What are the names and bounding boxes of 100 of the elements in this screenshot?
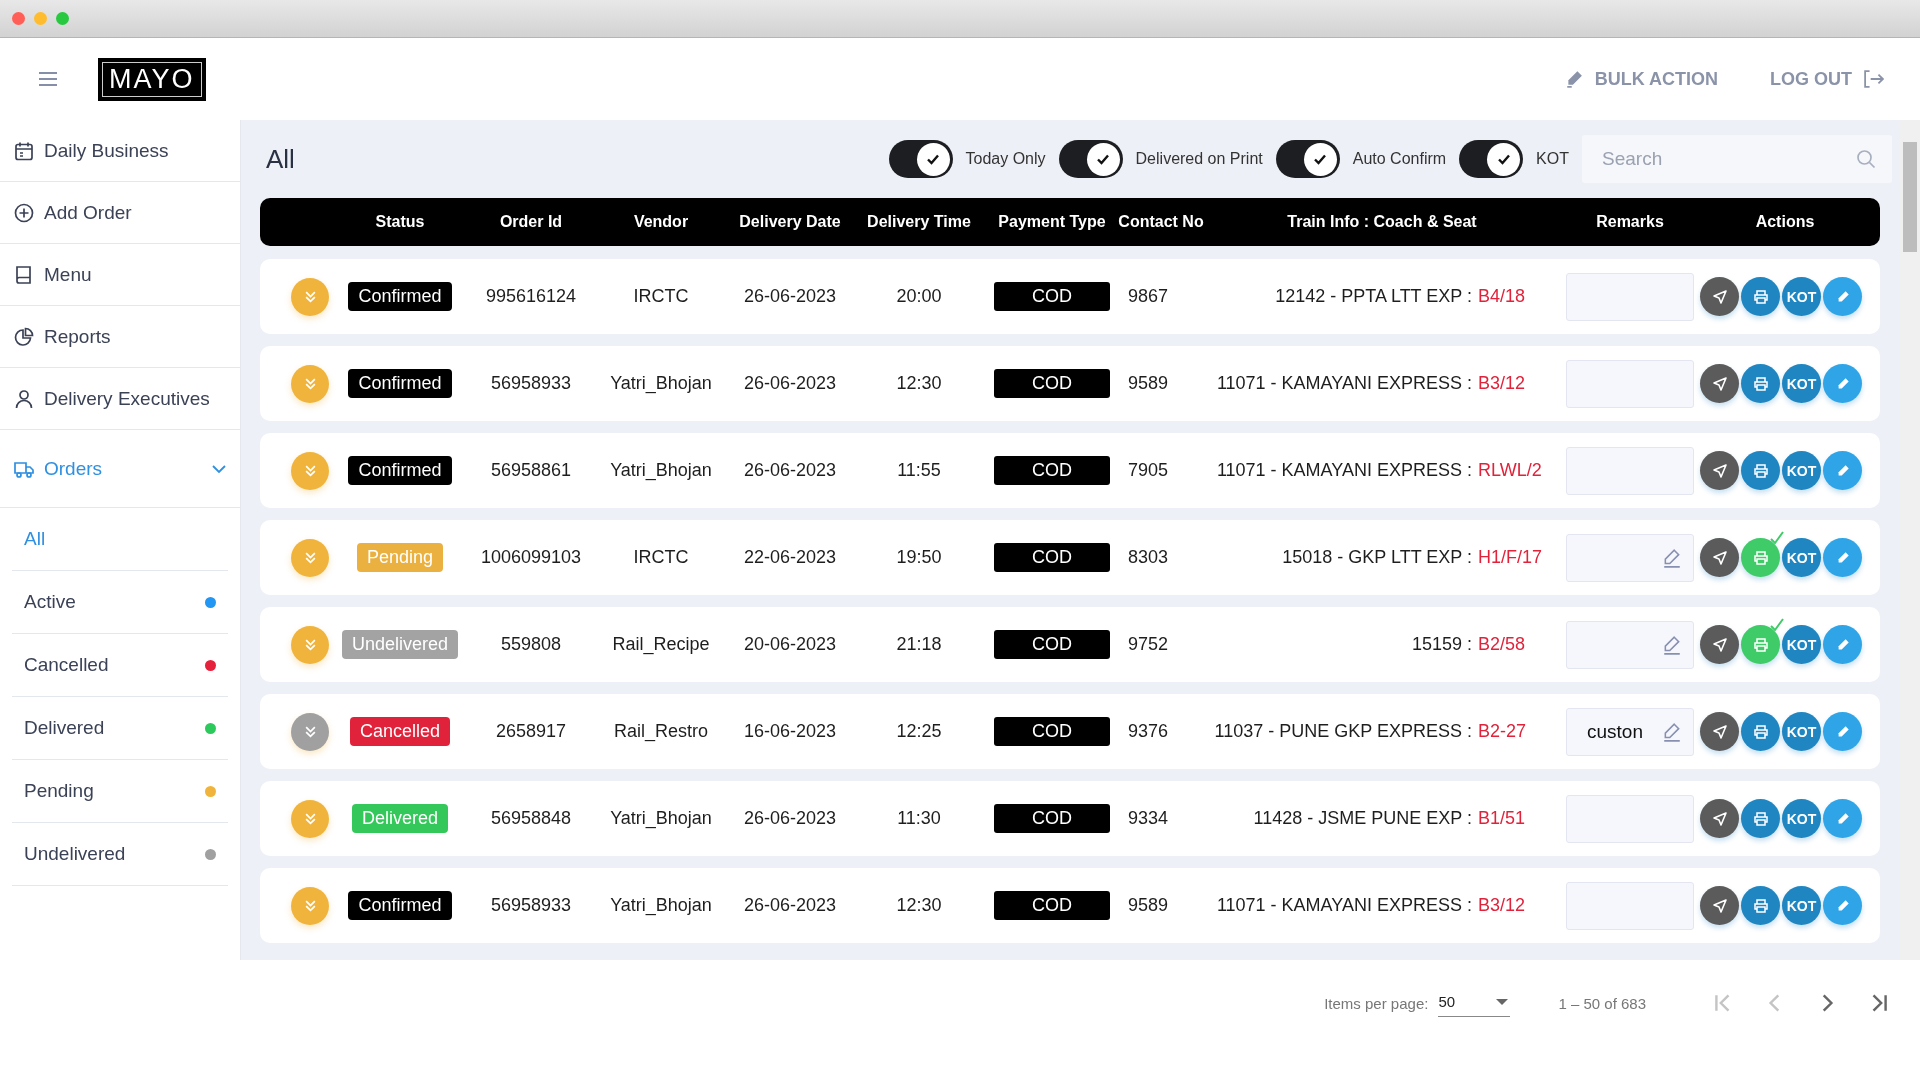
- print-button[interactable]: [1741, 451, 1780, 490]
- column-header: Contact No: [1118, 213, 1204, 231]
- edit-icon[interactable]: [1662, 721, 1682, 742]
- double-chevron-icon: [303, 464, 317, 477]
- page-size-select[interactable]: 50: [1438, 989, 1511, 1017]
- toggle-label: Delivered on Print: [1135, 150, 1263, 168]
- navigate-button[interactable]: [1700, 277, 1739, 316]
- edit-button[interactable]: [1823, 277, 1862, 316]
- navigate-button[interactable]: [1700, 538, 1739, 577]
- toggle-switch[interactable]: [1058, 140, 1123, 178]
- expand-button[interactable]: [291, 538, 329, 577]
- remarks-field[interactable]: [1566, 272, 1694, 321]
- sidebar-subitem[interactable]: Delivered: [12, 697, 228, 760]
- expand-button[interactable]: [291, 451, 329, 490]
- edit-button[interactable]: [1823, 886, 1862, 925]
- double-chevron-icon: [303, 899, 317, 912]
- search-field[interactable]: Search: [1582, 135, 1892, 183]
- expand-button[interactable]: [291, 625, 329, 664]
- payment-badge: COD: [994, 543, 1110, 572]
- sidebar-subitem[interactable]: Undelivered: [12, 823, 228, 886]
- expand-button[interactable]: [291, 364, 329, 403]
- column-header: Remarks: [1595, 213, 1665, 231]
- train-info: 11071 - KAMAYANI EXPRESS :: [1215, 373, 1472, 394]
- kot-button[interactable]: KOT: [1782, 886, 1821, 925]
- logo: MAYO: [98, 57, 206, 101]
- expand-button[interactable]: [291, 712, 329, 751]
- expand-button[interactable]: [291, 277, 329, 316]
- window-close-button[interactable]: [12, 12, 25, 25]
- seat-info: B1/51: [1478, 808, 1527, 829]
- edit-button[interactable]: [1823, 364, 1862, 403]
- remarks-field[interactable]: [1566, 794, 1694, 843]
- toggle-switch[interactable]: [888, 140, 953, 178]
- seat-info: RLWL/2: [1478, 460, 1543, 481]
- dropdown-caret-icon: [1496, 998, 1509, 1005]
- sidebar-subitem[interactable]: Active: [12, 571, 228, 634]
- edit-button[interactable]: [1823, 712, 1862, 751]
- window-zoom-button[interactable]: [56, 12, 69, 25]
- remarks-field[interactable]: [1566, 446, 1694, 495]
- remarks-field[interactable]: [1566, 359, 1694, 408]
- kot-button[interactable]: KOT: [1782, 625, 1821, 664]
- remarks-field[interactable]: custon: [1566, 707, 1694, 756]
- items-per-page-label: Items per page:: [1324, 994, 1429, 1012]
- sidebar-item[interactable]: Add Order: [0, 182, 240, 244]
- edit-icon[interactable]: [1662, 634, 1682, 655]
- table-cell-text: 16-06-2023: [742, 721, 838, 742]
- expand-button[interactable]: [291, 799, 329, 838]
- remarks-field[interactable]: [1566, 620, 1694, 669]
- print-button[interactable]: [1741, 886, 1780, 925]
- table-cell-text: IRCTC: [632, 286, 690, 307]
- status-badge: Pending: [356, 543, 444, 572]
- edit-button[interactable]: [1823, 799, 1862, 838]
- edit-button[interactable]: [1823, 451, 1862, 490]
- table-cell-text: 56958933: [489, 895, 573, 916]
- menu-icon[interactable]: [38, 72, 58, 86]
- print-button[interactable]: [1741, 277, 1780, 316]
- kot-button[interactable]: KOT: [1782, 799, 1821, 838]
- sidebar-subitem[interactable]: All: [12, 508, 228, 571]
- remarks-field[interactable]: [1566, 533, 1694, 582]
- kot-button[interactable]: KOT: [1782, 277, 1821, 316]
- scrollbar[interactable]: [1900, 120, 1920, 960]
- navigate-button[interactable]: [1700, 625, 1739, 664]
- navigate-button[interactable]: [1700, 799, 1739, 838]
- print-button[interactable]: [1741, 799, 1780, 838]
- sidebar-item[interactable]: Reports: [0, 306, 240, 368]
- table-cell-text: Yatri_Bhojan: [609, 808, 713, 829]
- column-header: Order Id: [498, 213, 564, 231]
- toggle-switch[interactable]: [1459, 140, 1524, 178]
- sidebar-item[interactable]: Delivery Executives: [0, 368, 240, 430]
- sidebar-subitem[interactable]: Pending: [12, 760, 228, 823]
- sidebar-subitem[interactable]: Cancelled: [12, 634, 228, 697]
- printer-icon: [1752, 375, 1769, 392]
- status-badge: Delivered: [351, 804, 448, 833]
- table-cell-text: 1006099103: [479, 547, 583, 568]
- column-header: Delivery Time: [866, 213, 972, 231]
- seat-info: H1/F/17: [1478, 547, 1544, 568]
- table-cell-text: Yatri_Bhojan: [609, 460, 713, 481]
- kot-button[interactable]: KOT: [1782, 538, 1821, 577]
- navigate-button[interactable]: [1700, 451, 1739, 490]
- kot-button[interactable]: KOT: [1782, 451, 1821, 490]
- table-cell-text: 9376: [1127, 721, 1170, 742]
- table-cell-text: 12:30: [895, 373, 943, 394]
- printer-icon: [1752, 810, 1769, 827]
- expand-button[interactable]: [291, 886, 329, 925]
- kot-button[interactable]: KOT: [1782, 712, 1821, 751]
- edit-button[interactable]: [1823, 625, 1862, 664]
- payment-badge: COD: [994, 369, 1110, 398]
- toggle-switch[interactable]: [1275, 140, 1340, 178]
- navigate-button[interactable]: [1700, 364, 1739, 403]
- navigate-button[interactable]: [1700, 886, 1739, 925]
- print-button[interactable]: [1741, 712, 1780, 751]
- sidebar-item[interactable]: Daily Business: [0, 120, 240, 182]
- kot-button[interactable]: KOT: [1782, 364, 1821, 403]
- remarks-field[interactable]: [1566, 881, 1694, 930]
- table-cell-text: 12:25: [895, 721, 943, 742]
- edit-button[interactable]: [1823, 538, 1862, 577]
- payment-badge: COD: [994, 456, 1110, 485]
- sidebar-item[interactable]: Menu: [0, 244, 240, 306]
- edit-icon[interactable]: [1662, 547, 1682, 568]
- print-button[interactable]: [1741, 364, 1780, 403]
- navigate-button[interactable]: [1700, 712, 1739, 751]
